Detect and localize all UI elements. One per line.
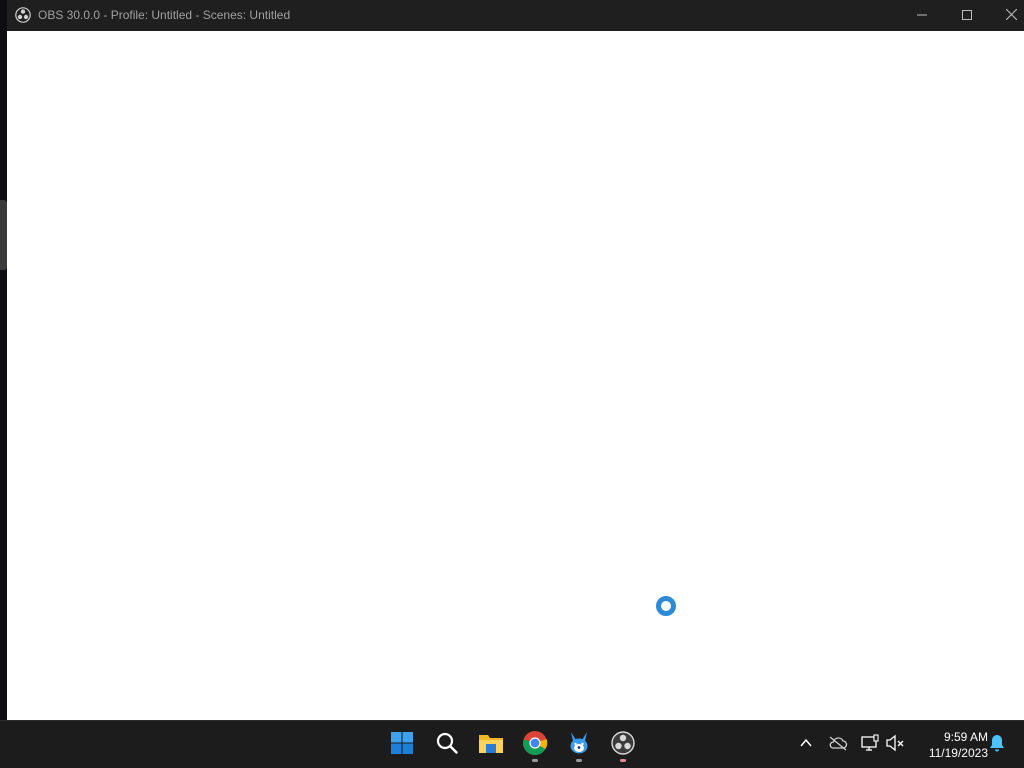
clock-time: 9:59 AM bbox=[943, 730, 988, 744]
obs-button[interactable] bbox=[605, 727, 641, 763]
window-edge-handle[interactable] bbox=[0, 200, 7, 270]
window-title: OBS 30.0.0 - Profile: Untitled - Scenes:… bbox=[38, 8, 291, 22]
search-button[interactable] bbox=[429, 727, 465, 763]
running-indicator bbox=[532, 759, 538, 762]
volume-button[interactable] bbox=[883, 733, 907, 757]
start-button[interactable] bbox=[384, 727, 420, 763]
speaker-muted-icon bbox=[885, 734, 905, 757]
cloud-offline-icon bbox=[828, 735, 848, 756]
chevron-up-icon bbox=[799, 736, 813, 755]
rabbit-app-button[interactable] bbox=[561, 727, 597, 763]
minimize-icon bbox=[916, 9, 927, 23]
maximize-icon bbox=[961, 9, 972, 23]
clock[interactable]: 9:59 AM 11/19/2023 bbox=[912, 729, 988, 761]
window-content bbox=[7, 31, 1024, 720]
title-bar[interactable]: OBS 30.0.0 - Profile: Untitled - Scenes:… bbox=[7, 0, 1024, 31]
obs-window: OBS 30.0.0 - Profile: Untitled - Scenes:… bbox=[7, 0, 1024, 720]
close-button[interactable] bbox=[989, 0, 1024, 31]
file-explorer-button[interactable] bbox=[473, 727, 509, 763]
running-indicator bbox=[576, 759, 582, 762]
notification-center-button[interactable] bbox=[985, 733, 1009, 757]
running-indicator bbox=[620, 759, 626, 762]
taskbar: 9:59 AM 11/19/2023 bbox=[0, 720, 1024, 768]
chrome-button[interactable] bbox=[517, 727, 553, 763]
search-icon bbox=[435, 731, 459, 760]
minimize-button[interactable] bbox=[899, 0, 944, 31]
obs-icon bbox=[611, 730, 635, 760]
show-hidden-icons-button[interactable] bbox=[794, 733, 818, 757]
windows-start-icon bbox=[390, 731, 414, 760]
bell-icon bbox=[989, 734, 1005, 757]
close-icon bbox=[1005, 8, 1018, 23]
cloud-status-button[interactable] bbox=[826, 733, 850, 757]
network-button[interactable] bbox=[858, 733, 882, 757]
display-network-icon bbox=[860, 733, 880, 757]
maximize-button[interactable] bbox=[944, 0, 989, 31]
obs-logo-icon bbox=[15, 7, 31, 23]
loading-spinner-icon bbox=[656, 596, 676, 616]
rabbit-app-icon bbox=[566, 730, 592, 761]
chrome-icon bbox=[522, 730, 548, 761]
clock-date: 11/19/2023 bbox=[928, 746, 988, 760]
folder-icon bbox=[478, 731, 504, 760]
